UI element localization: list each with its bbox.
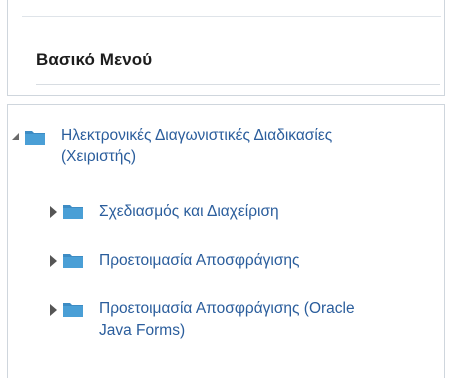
tree-node-unsealing-preparation-oracle-label-line1[interactable]: Προετοιμασία Αποσφράγισης (Oracle xyxy=(99,298,355,319)
collapsed-triangle-icon[interactable] xyxy=(50,255,57,267)
folder-icon xyxy=(25,131,45,145)
main-menu-header-panel: Βασικό Μενού xyxy=(7,0,445,96)
folder-icon xyxy=(63,205,83,219)
folder-icon xyxy=(63,254,83,268)
tree-node-root-label-line1[interactable]: Ηλεκτρονικές Διαγωνιστικές Διαδικασίες xyxy=(61,125,332,146)
collapsed-triangle-icon[interactable] xyxy=(50,206,57,218)
main-menu-title: Βασικό Μενού xyxy=(36,50,153,69)
folder-icon xyxy=(63,303,83,317)
tree-node-unsealing-preparation-oracle-label-line2[interactable]: Java Forms) xyxy=(99,320,185,341)
header-top-divider xyxy=(22,16,441,17)
expanded-triangle-icon[interactable] xyxy=(12,133,19,140)
tree-node-unsealing-preparation-label[interactable]: Προετοιμασία Αποσφράγισης xyxy=(99,250,300,271)
tree-node-planning-management-label[interactable]: Σχεδιασμός και Διαχείριση xyxy=(99,201,279,222)
header-title-divider xyxy=(36,84,440,85)
tree-node-root-label-line2[interactable]: (Χειριστής) xyxy=(61,146,136,167)
collapsed-triangle-icon[interactable] xyxy=(50,304,57,316)
